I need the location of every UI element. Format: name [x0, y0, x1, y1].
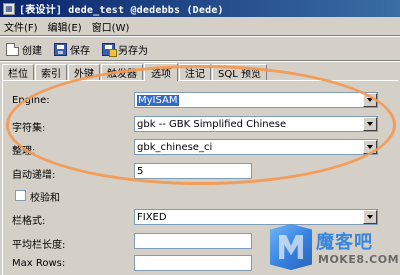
- menu-bar: 文件(F) 编辑(E) 窗口(W): [0, 17, 400, 35]
- auto-increment-input[interactable]: 5: [134, 163, 252, 179]
- tab-options[interactable]: 选项: [144, 63, 178, 81]
- charset-value: gbk -- GBK Simplified Chinese: [137, 118, 287, 130]
- menu-file[interactable]: 文件(F): [4, 19, 38, 34]
- max-rows-label: Max Rows:: [12, 258, 66, 269]
- auto-increment-label: 自动递增:: [12, 170, 56, 181]
- auto-increment-value: 5: [137, 165, 144, 177]
- tab-sql-preview[interactable]: SQL 预览: [212, 64, 267, 80]
- row-format-value: FIXED: [137, 211, 167, 223]
- save-icon: [54, 42, 67, 56]
- menu-edit[interactable]: 编辑(E): [48, 19, 82, 34]
- tab-strip: 栏位 索引 外键 触发器 选项 注记 SQL 预览: [2, 63, 398, 81]
- save-button[interactable]: 保存: [52, 40, 92, 58]
- collation-select[interactable]: gbk_chinese_ci: [134, 139, 378, 155]
- new-document-icon: [6, 42, 19, 56]
- toolbar: 创建 保存 另存为: [0, 38, 400, 60]
- tab-fields[interactable]: 栏位: [2, 64, 34, 80]
- tab-comment[interactable]: 注记: [179, 64, 211, 80]
- menu-separator: [0, 35, 400, 37]
- max-rows-input[interactable]: [134, 255, 252, 271]
- charset-label: 字符集:: [12, 123, 46, 134]
- engine-label: Engine:: [12, 95, 50, 106]
- row-format-select[interactable]: FIXED: [134, 209, 378, 225]
- options-panel: Engine: MyISAM 字符集: gbk -- GBK Simplifie…: [2, 81, 398, 275]
- save-as-button-label: 另存为: [118, 45, 148, 57]
- engine-value: MyISAM: [137, 94, 179, 106]
- chevron-down-icon[interactable]: [363, 117, 377, 131]
- chevron-down-icon[interactable]: [363, 210, 377, 224]
- collation-value: gbk_chinese_ci: [137, 141, 213, 153]
- save-as-icon: [102, 42, 117, 57]
- toolbar-separator: [0, 60, 400, 62]
- engine-select[interactable]: MyISAM: [134, 92, 378, 108]
- tab-foreign-keys[interactable]: 外键: [68, 64, 100, 80]
- create-button[interactable]: 创建: [4, 40, 44, 58]
- save-as-button[interactable]: 另存为: [100, 40, 150, 58]
- avg-row-length-input[interactable]: [134, 233, 252, 249]
- save-button-label: 保存: [70, 45, 90, 57]
- tab-triggers[interactable]: 触发器: [101, 64, 143, 80]
- menu-window[interactable]: 窗口(W): [92, 19, 130, 34]
- checksum-label: 校验和: [30, 193, 60, 204]
- checksum-checkbox[interactable]: [15, 190, 26, 201]
- tab-indexes[interactable]: 索引: [35, 64, 67, 80]
- window-title: [表设计] dede_test @dedebbs (Dede): [19, 5, 224, 16]
- avg-row-length-label: 平均栏长度:: [12, 240, 66, 251]
- collation-label: 整理:: [12, 146, 36, 157]
- charset-select[interactable]: gbk -- GBK Simplified Chinese: [134, 116, 378, 132]
- create-button-label: 创建: [22, 45, 42, 57]
- table-design-icon: ▦: [3, 2, 15, 15]
- chevron-down-icon[interactable]: [363, 140, 377, 154]
- chevron-down-icon[interactable]: [363, 93, 377, 107]
- row-format-label: 栏格式:: [12, 216, 46, 227]
- window-titlebar: ▦ [表设计] dede_test @dedebbs (Dede): [0, 0, 400, 17]
